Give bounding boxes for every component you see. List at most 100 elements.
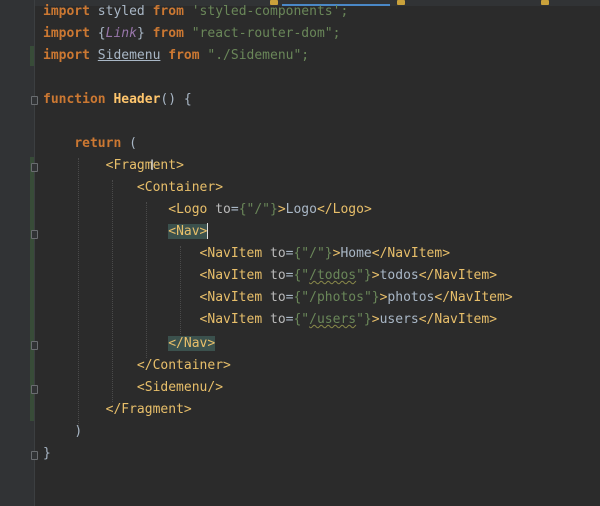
tag-bracket: </ <box>105 402 122 417</box>
vcs-change-marker[interactable] <box>30 46 34 66</box>
code-line-11: <Nav> <box>43 221 209 243</box>
attribute-value: "} <box>356 268 372 283</box>
code-line-17: </Container> <box>43 355 231 377</box>
punctuation: ( <box>129 136 137 151</box>
tag-name: NavItem <box>434 268 490 283</box>
tag-bracket: </ <box>168 336 184 351</box>
attribute-name: to <box>270 268 286 283</box>
tag-bracket: </ <box>316 202 333 217</box>
string-literal: 'styled-components'; <box>191 4 349 19</box>
tag-bracket: </ <box>136 358 153 373</box>
attribute-value: /photos <box>309 290 364 305</box>
jsx-text: Home <box>340 246 372 261</box>
attribute-value: "} <box>316 246 333 261</box>
gutter-divider <box>34 0 35 506</box>
identifier: styled <box>97 4 145 19</box>
tag-bracket: > <box>489 268 498 283</box>
tag-bracket: </ <box>418 268 435 283</box>
tag-bracket: > <box>207 336 216 351</box>
code-line-1: import styled from 'styled-components'; <box>43 1 348 23</box>
jsx-text: todos <box>379 268 419 283</box>
fold-icon[interactable] <box>31 451 38 460</box>
attribute-value: {" <box>293 246 310 261</box>
tag-bracket: > <box>442 246 451 261</box>
jsx-text: Logo <box>285 202 317 217</box>
identifier: Sidemenu <box>97 48 161 63</box>
code-line-16: </Nav> <box>43 333 216 355</box>
identifier: Link <box>105 26 137 41</box>
tag-bracket: < <box>168 224 177 239</box>
vcs-change-marker[interactable] <box>30 157 34 421</box>
tag-name: NavItem <box>387 246 443 261</box>
attribute-value: / <box>309 246 317 261</box>
attribute-value: {" <box>293 268 310 283</box>
tag-name: NavItem <box>207 268 263 283</box>
attribute-value: "} <box>356 312 372 327</box>
fold-icon[interactable] <box>31 341 38 350</box>
tag-bracket: > <box>215 180 224 195</box>
tag-name: Sidemenu <box>144 380 208 395</box>
tag-bracket: > <box>176 158 184 173</box>
code-text-area[interactable]: import styled from 'styled-components'; … <box>43 0 600 506</box>
code-line-20: ) <box>43 421 82 443</box>
tag-bracket: > <box>363 202 372 217</box>
code-line-10: <Logo to={"/"}>Logo</Logo> <box>43 199 372 221</box>
fold-icon[interactable] <box>31 385 38 394</box>
fold-icon[interactable] <box>31 163 38 172</box>
tag-bracket: > <box>183 402 192 417</box>
string-literal: "./Sidemenu"; <box>207 48 310 63</box>
keyword-return: return <box>74 136 122 151</box>
tag-bracket: > <box>371 268 380 283</box>
tag-bracket: </ <box>434 290 451 305</box>
tag-bracket: /> <box>207 380 224 395</box>
tag-bracket: > <box>199 224 208 239</box>
tag-name: NavItem <box>207 246 263 261</box>
code-line-19: </Fragment> <box>43 399 192 421</box>
tag-bracket: > <box>504 290 513 305</box>
tag-bracket: > <box>277 202 286 217</box>
attribute-value: {" <box>293 312 310 327</box>
tag-name: NavItem <box>207 290 263 305</box>
code-line-12: <NavItem to={"/"}>Home</NavItem> <box>43 243 451 265</box>
fold-icon[interactable] <box>31 230 38 239</box>
tag-name: Container <box>152 358 224 373</box>
keyword-function: function <box>43 92 106 107</box>
editor-gutter[interactable] <box>0 0 34 506</box>
code-line-21: } <box>43 443 51 465</box>
keyword-from: from <box>152 26 184 41</box>
tag-name: Logo <box>176 202 208 217</box>
attribute-value: "} <box>363 290 380 305</box>
tag-bracket: < <box>168 202 177 217</box>
tag-bracket: < <box>136 180 145 195</box>
keyword-import: import <box>43 48 90 63</box>
tag-name: Nav <box>176 224 200 239</box>
tag-name: NavItem <box>434 312 490 327</box>
tag-name: Fragment <box>113 158 177 173</box>
code-line-18: <Sidemenu/> <box>43 377 223 399</box>
tag-bracket: </ <box>371 246 388 261</box>
matched-tag-highlight: <Nav> <box>168 224 208 239</box>
fold-icon[interactable] <box>31 96 38 105</box>
punctuation: () { <box>160 92 192 107</box>
code-line-3: import Sidemenu from "./Sidemenu"; <box>43 45 309 67</box>
tag-bracket: </ <box>418 312 435 327</box>
punctuation: } <box>136 26 145 41</box>
function-name: Header <box>113 92 161 107</box>
mouse-ibeam-cursor: I <box>150 158 155 174</box>
jsx-text: photos <box>387 290 435 305</box>
punctuation: = <box>230 202 239 217</box>
code-line-2: import {Link} from "react-router-dom"; <box>43 23 340 45</box>
attribute-value: {"/"} <box>238 202 278 217</box>
attribute-value: /users <box>309 312 357 327</box>
code-line-7: return ( <box>43 133 137 155</box>
jsx-text: users <box>379 312 419 327</box>
tag-name: Logo <box>332 202 364 217</box>
code-line-15: <NavItem to={"/users"}>users</NavItem> <box>43 309 497 331</box>
code-editor[interactable]: import styled from 'styled-components'; … <box>0 0 600 506</box>
tag-bracket: < <box>136 380 145 395</box>
attribute-name: to <box>270 290 286 305</box>
matched-tag-highlight: </Nav> <box>168 336 216 351</box>
string-literal: "react-router-dom"; <box>191 26 341 41</box>
keyword-from: from <box>152 4 184 19</box>
punctuation: } <box>43 446 51 461</box>
